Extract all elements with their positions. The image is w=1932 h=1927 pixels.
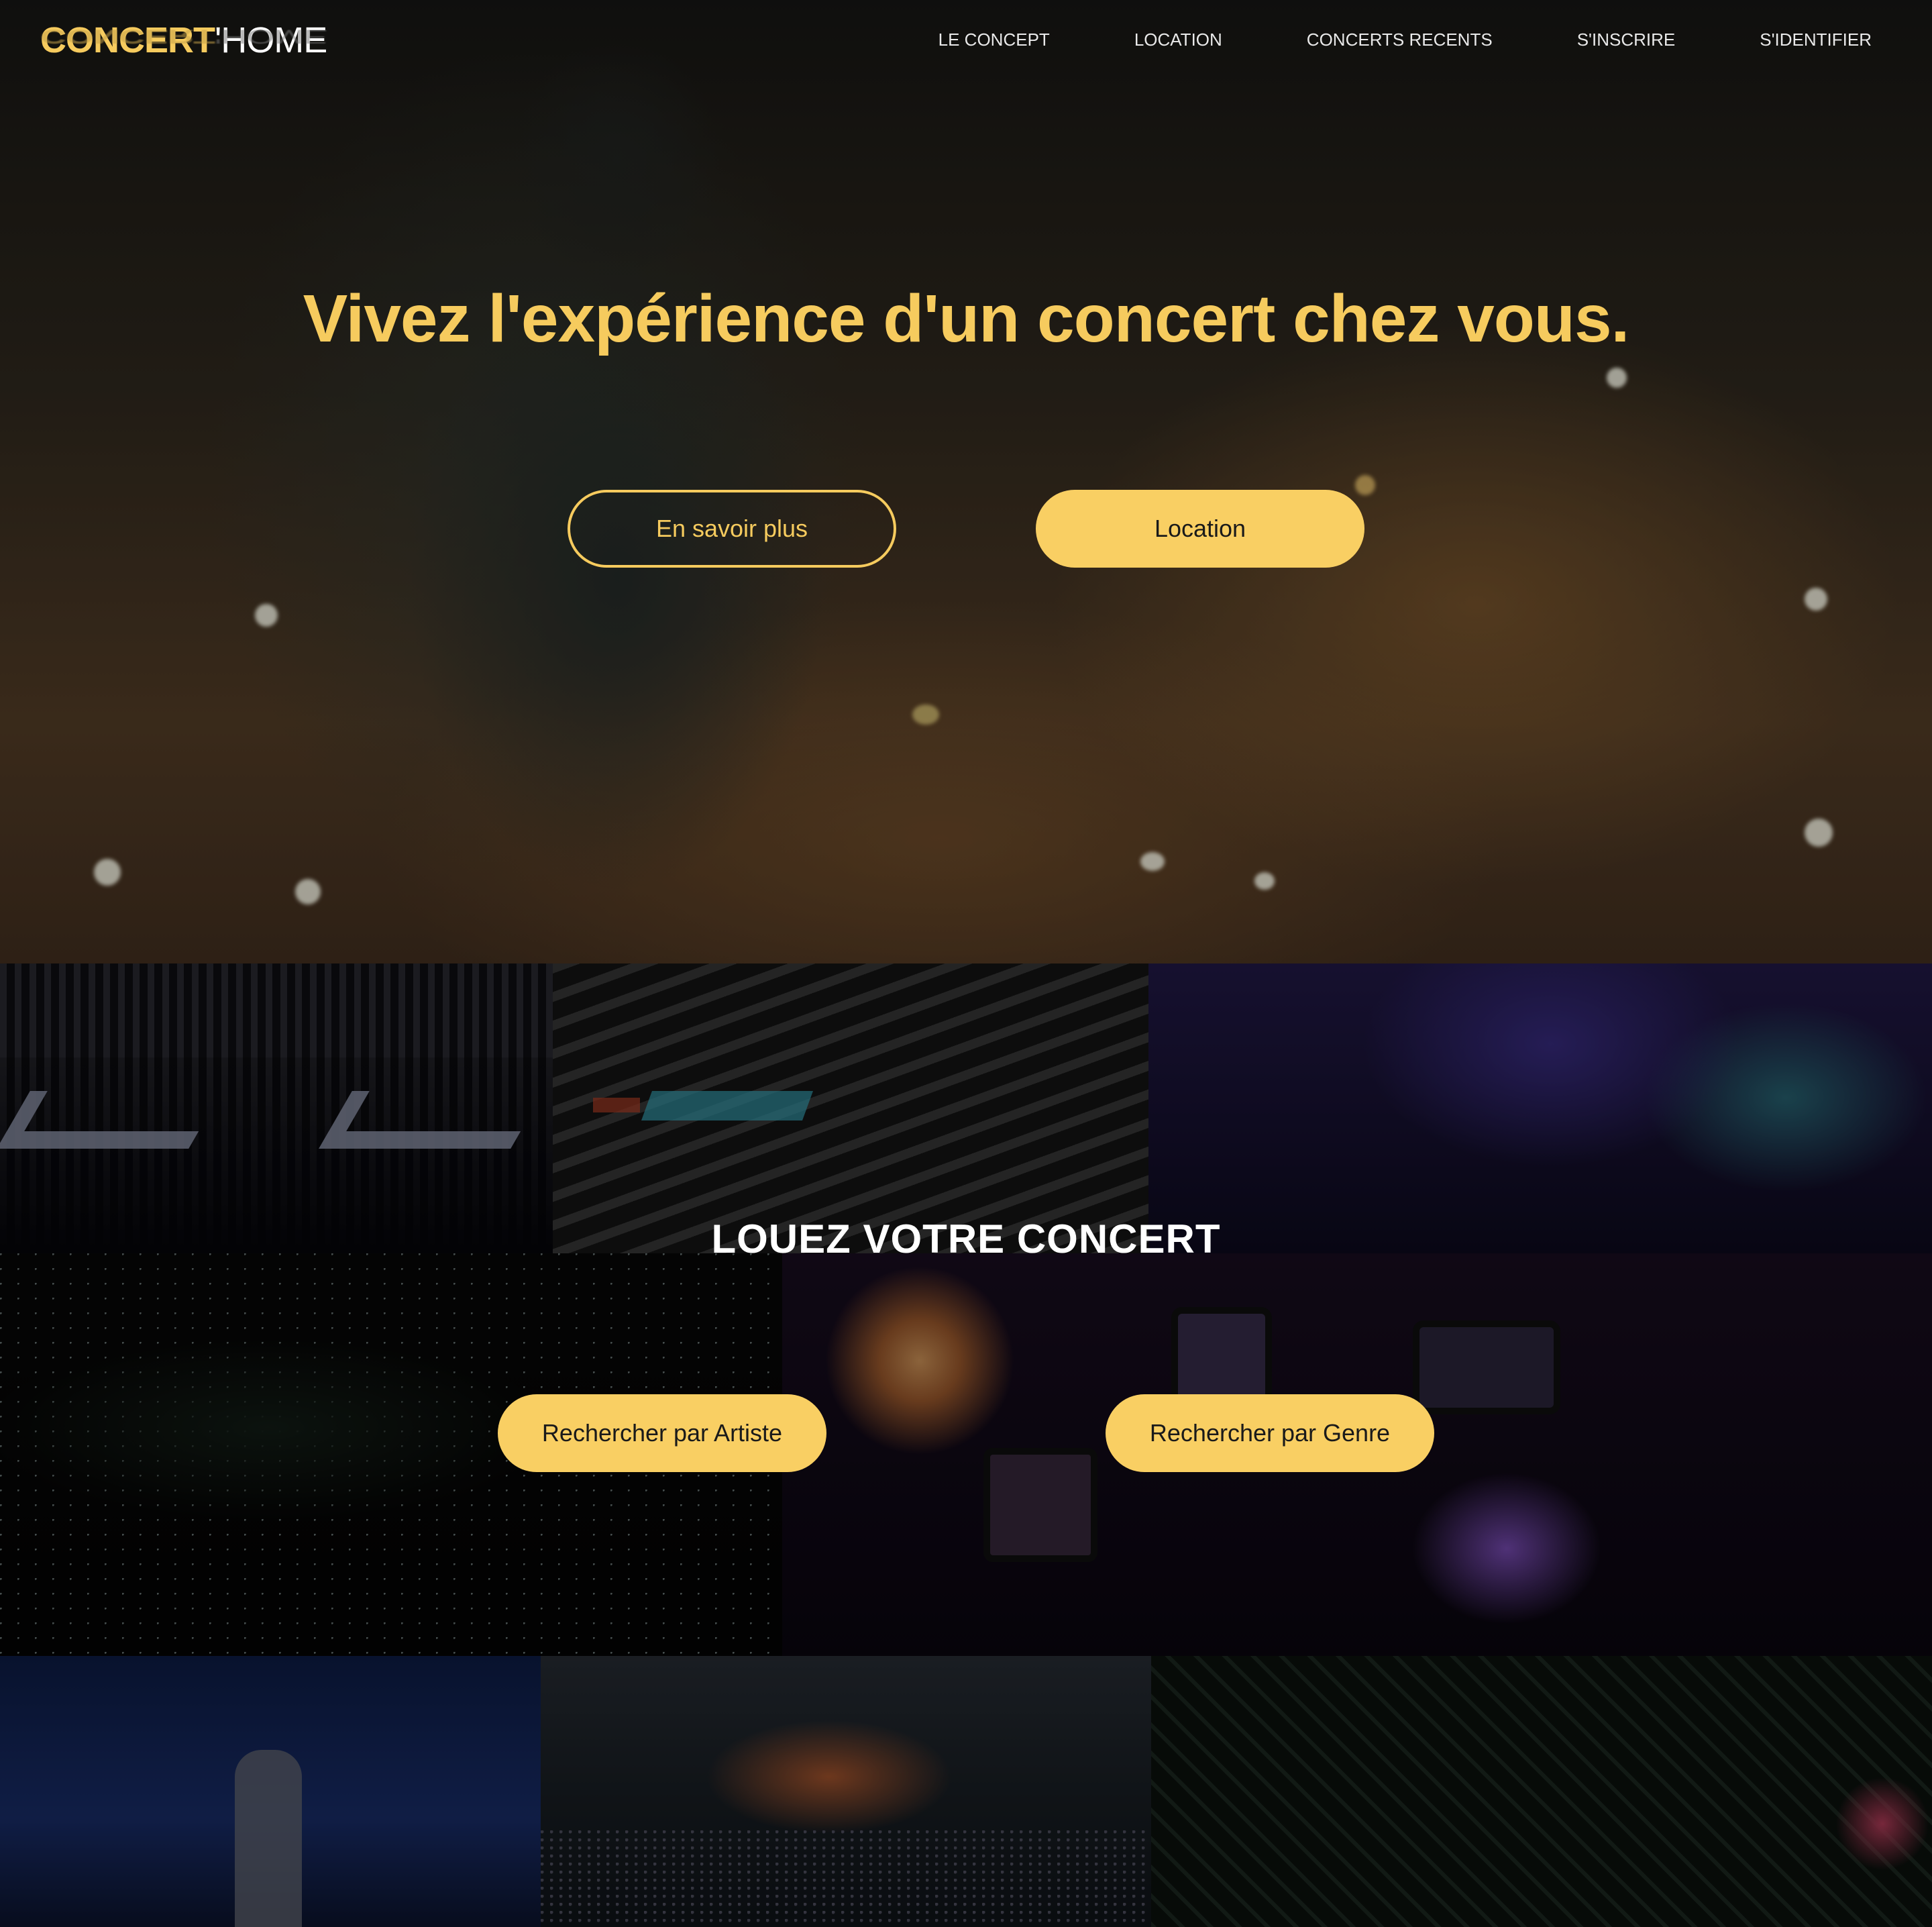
nav-item-concerts-recents[interactable]: CONCERTS RECENTS [1307,30,1493,50]
hero-headline: Vivez l'expérience d'un concert chez vou… [303,281,1630,356]
gallery-image-mixing-desk [553,964,1148,1253]
gallery-image-band-stage [1148,964,1932,1253]
learn-more-button[interactable]: En savoir plus [568,490,896,568]
main-nav: LE CONCEPT LOCATION CONCERTS RECENTS S'I… [938,30,1872,50]
concert-gallery [0,964,1932,1927]
tile-overlay [1148,964,1932,1253]
tile-overlay [541,1656,1151,1927]
location-button[interactable]: Location [1036,490,1364,568]
logo-reflection-concert: CONCERT [40,25,215,48]
gallery-image-stage-lights [0,964,553,1253]
logo-reflection-home: 'HOME [215,25,327,48]
hero-section: CONCERT'HOME CONCERT'HOME LE CONCEPT LOC… [0,0,1932,964]
nav-item-sinscrire[interactable]: S'INSCRIRE [1577,30,1676,50]
gallery-image-singer [0,1656,541,1927]
gallery-image-arena-confetti [1151,1656,1932,1927]
logo-reflection: CONCERT'HOME [40,25,327,48]
nav-item-sidentifier[interactable]: S'IDENTIFIER [1760,30,1872,50]
tile-overlay [0,1656,541,1927]
nav-item-location[interactable]: LOCATION [1134,30,1222,50]
gallery-image-festival-stage [541,1656,1151,1927]
rent-section-title: LOUEZ VOTRE CONCERT [711,1216,1221,1261]
nav-item-le-concept[interactable]: LE CONCEPT [938,30,1050,50]
tile-overlay [1151,1656,1932,1927]
hero-overlay [0,0,1932,964]
search-by-artist-button[interactable]: Rechercher par Artiste [498,1394,826,1472]
search-by-genre-button[interactable]: Rechercher par Genre [1106,1394,1434,1472]
tile-overlay [553,964,1148,1253]
tile-overlay [0,964,553,1253]
